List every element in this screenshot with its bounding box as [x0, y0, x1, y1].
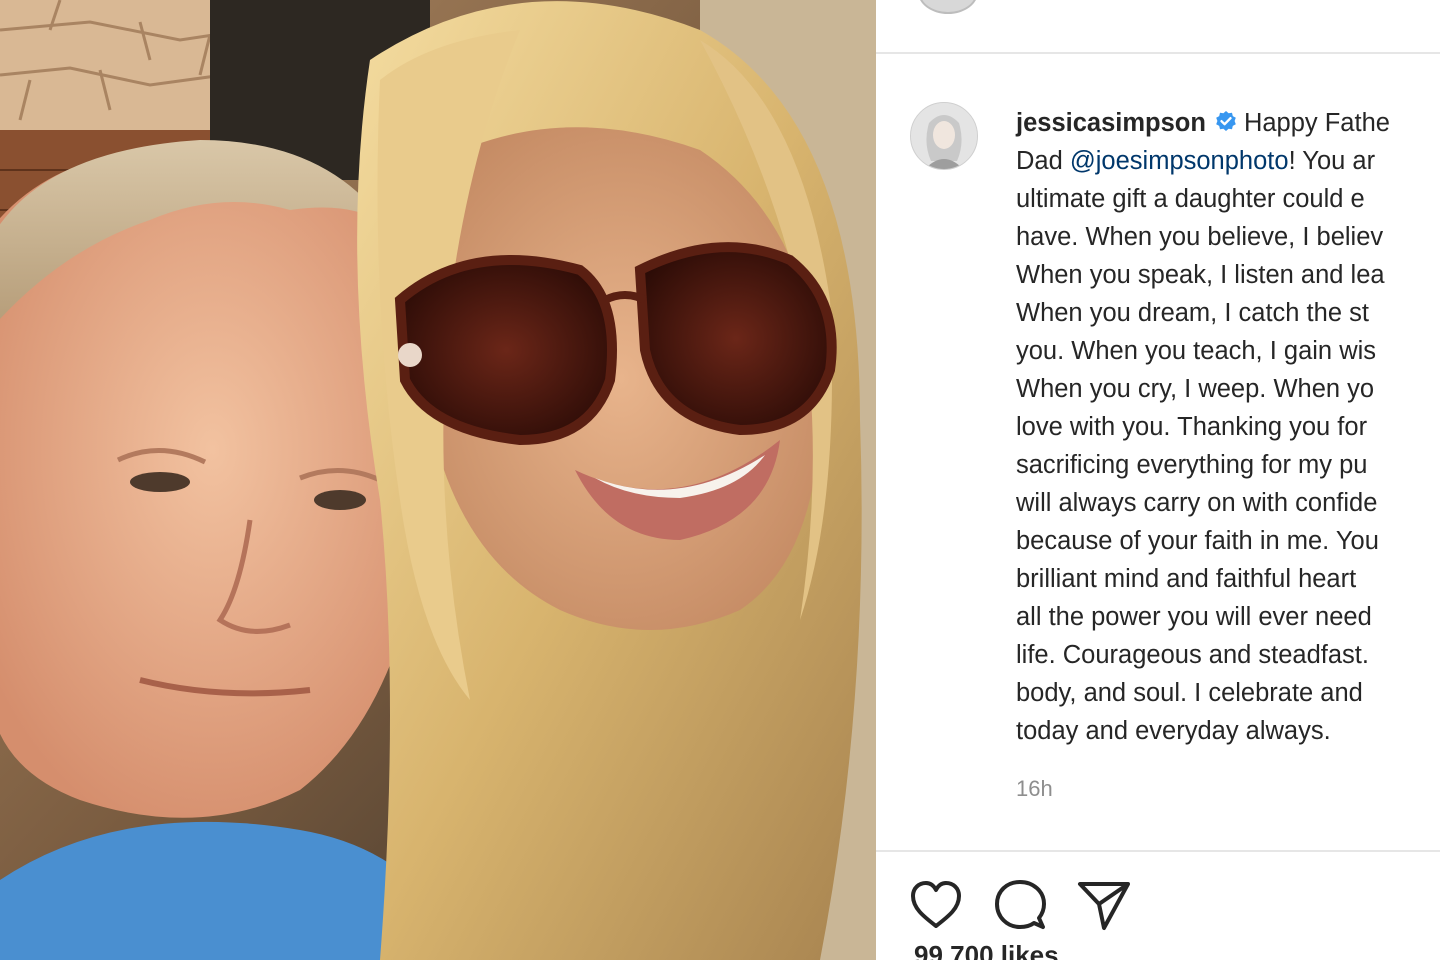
header-divider: [876, 52, 1440, 54]
username-link[interactable]: jessicasimpson: [1016, 109, 1206, 137]
caption-line: love with you. Thanking you for: [1016, 413, 1368, 441]
caption-line: life. Courageous and steadfast.: [1016, 641, 1369, 669]
caption-line: body, and soul. I celebrate and: [1016, 679, 1363, 707]
like-button[interactable]: [906, 876, 966, 934]
caption-line: you. When you teach, I gain wis: [1016, 337, 1377, 365]
share-icon: [1078, 882, 1130, 930]
post-details-panel: jessicasimpson Happy Fathe Dad @joesimpso…: [876, 0, 1440, 960]
caption-line: brilliant mind and faithful heart: [1016, 565, 1357, 593]
caption-line: have. When you believe, I believ: [1016, 223, 1384, 251]
caption-line-2: Dad @joesimpsonphoto! You ar: [1016, 142, 1440, 180]
comment-button[interactable]: [990, 876, 1050, 934]
caption-text: ! You ar: [1288, 147, 1376, 175]
verified-badge-icon: [1216, 111, 1236, 131]
caption-line: all the power you will ever need: [1016, 603, 1372, 631]
caption-line: sacrificing everything for my pu: [1016, 451, 1368, 479]
caption-line: When you cry, I weep. When yo: [1016, 375, 1375, 403]
caption-text: Dad: [1016, 147, 1070, 175]
likes-count[interactable]: 99,700 likes: [914, 940, 1059, 960]
caption-line: today and everyday always.: [1016, 717, 1331, 745]
actions-divider: [876, 850, 1440, 852]
heart-icon: [911, 881, 961, 928]
comment-icon: [995, 880, 1046, 929]
post-caption: jessicasimpson Happy Fathe Dad @joesimpso…: [1016, 104, 1440, 750]
post-header: [876, 0, 1440, 52]
caption-line: ultimate gift a daughter could e: [1016, 185, 1365, 213]
instagram-post-screenshot: jessicasimpson Happy Fathe Dad @joesimpso…: [0, 0, 1440, 960]
post-photo[interactable]: [0, 0, 876, 960]
caption-line: When you dream, I catch the st: [1016, 299, 1369, 327]
selfie-illustration: [0, 0, 876, 960]
avatar-portrait: [911, 103, 977, 169]
share-button[interactable]: [1074, 876, 1134, 934]
caption-line: When you speak, I listen and lea: [1016, 261, 1385, 289]
header-avatar[interactable]: [918, 0, 978, 14]
commenter-avatar[interactable]: [910, 102, 978, 170]
mention-link[interactable]: @joesimpsonphoto: [1070, 147, 1289, 175]
caption-line: because of your faith in me. You: [1016, 527, 1379, 555]
caption-line: will always carry on with confide: [1016, 489, 1378, 517]
caption-line-1: jessicasimpson Happy Fathe: [1016, 104, 1440, 142]
caption-text-start: Happy Fathe: [1243, 109, 1390, 137]
post-timestamp[interactable]: 16h: [1016, 776, 1053, 802]
